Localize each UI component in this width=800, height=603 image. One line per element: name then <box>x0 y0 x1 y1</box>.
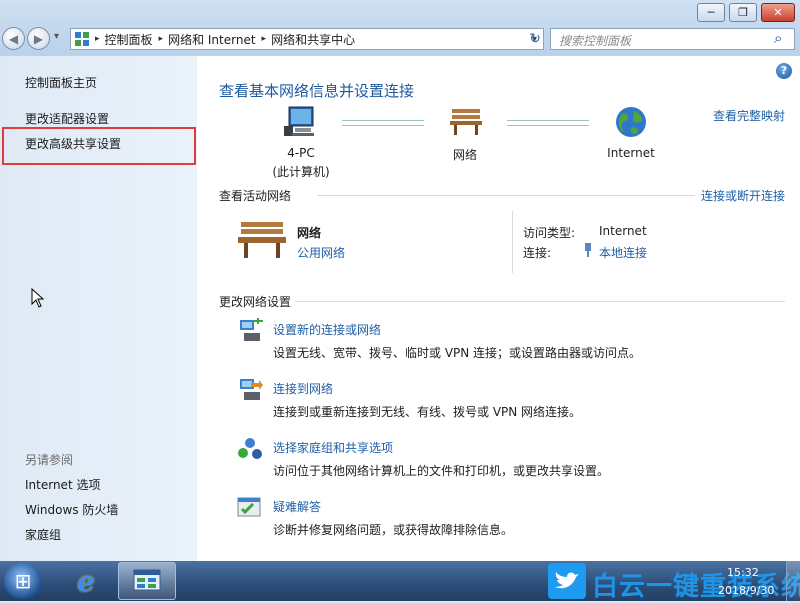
help-icon[interactable]: ? <box>776 63 792 79</box>
bird-logo-icon <box>548 563 586 599</box>
history-dropdown-icon[interactable]: ▾ <box>54 31 59 42</box>
globe-icon <box>616 107 646 137</box>
section-divider <box>317 195 695 196</box>
map-connector-line <box>507 120 589 126</box>
access-type-value: Internet <box>599 224 647 238</box>
connect-network-icon <box>240 379 263 400</box>
troubleshoot-icon <box>237 497 261 517</box>
ethernet-icon <box>585 243 591 257</box>
network-divider <box>512 211 513 273</box>
map-connector-line <box>342 120 424 126</box>
public-network-icon <box>238 222 286 258</box>
maximize-button[interactable]: ❐ <box>729 3 757 22</box>
control-panel-icon <box>75 32 89 46</box>
view-full-map-link[interactable]: 查看完整映射 <box>713 107 785 124</box>
search-icon[interactable]: ⌕ <box>774 29 782 47</box>
new-connection-icon <box>240 318 263 341</box>
map-node-pc-sublabel: (此计算机) <box>272 165 330 179</box>
connections-label: 连接: <box>523 246 552 260</box>
breadcrumb-separator: ▸ <box>158 34 164 44</box>
show-desktop-button[interactable] <box>786 561 800 601</box>
address-bar[interactable]: ▸ 控制面板 ▸ 网络和 Internet ▸ 网络和共享中心 ▾ <box>70 28 544 50</box>
mouse-cursor-icon <box>31 288 45 308</box>
search-placeholder: 搜索控制面板 <box>559 34 632 48</box>
internet-options-link[interactable]: Internet 选项 <box>25 476 100 493</box>
clock-date[interactable]: 2018/9/30 <box>718 584 774 597</box>
clock-time[interactable]: 15:32 <box>727 566 759 579</box>
left-pane: 控制面板主页 更改适配器设置 更改高级共享设置 另请参阅 Internet 选项… <box>0 56 197 561</box>
task-homegroup-desc: 访问位于其他网络计算机上的文件和打印机，或更改共享设置。 <box>273 464 610 478</box>
forward-arrow-icon: ▶ <box>33 31 44 46</box>
map-node-network-label: 网络 <box>452 148 477 162</box>
taskbar-ie-button[interactable]: e <box>60 563 112 599</box>
network-type-link[interactable]: 公用网络 <box>297 244 345 261</box>
start-button[interactable]: ⊞ <box>4 563 42 599</box>
control-panel-window-icon <box>133 569 161 591</box>
task-connect-network-desc: 连接到或重新连接到无线、有线、拨号或 VPN 网络连接。 <box>273 405 582 419</box>
back-button[interactable]: ◀ <box>2 27 25 50</box>
breadcrumb-control-panel[interactable]: 控制面板 <box>105 31 153 48</box>
change-adapter-settings-link[interactable]: 更改适配器设置 <box>25 110 109 127</box>
refresh-icon[interactable]: ↻ <box>524 29 546 49</box>
bench-icon <box>450 109 482 135</box>
see-also-title: 另请参阅 <box>25 453 74 467</box>
close-button[interactable]: ✕ <box>761 3 795 22</box>
breadcrumb-separator: ▸ <box>95 34 100 44</box>
map-node-pc-label: 4-PC <box>287 146 315 160</box>
windows-firewall-link[interactable]: Windows 防火墙 <box>25 501 118 518</box>
network-name: 网络 <box>297 226 322 240</box>
connect-disconnect-link[interactable]: 连接或断开连接 <box>701 187 785 204</box>
forward-button[interactable]: ▶ <box>27 27 50 50</box>
main-content: ? 查看基本网络信息并设置连接 查看完整映射 4-PC (此计算机) 网络 In… <box>197 56 800 561</box>
search-input[interactable]: 搜索控制面板 <box>550 28 795 50</box>
task-connect-network-link[interactable]: 连接到网络 <box>273 380 333 397</box>
page-title: 查看基本网络信息并设置连接 <box>219 82 415 100</box>
minimize-button[interactable]: ─ <box>697 3 725 22</box>
back-arrow-icon: ◀ <box>8 31 19 46</box>
internet-explorer-icon: e <box>77 564 95 598</box>
active-networks-title: 查看活动网络 <box>219 189 292 203</box>
map-node-internet-label: Internet <box>607 146 655 160</box>
task-new-connection-link[interactable]: 设置新的连接或网络 <box>273 321 381 338</box>
section-divider <box>295 301 785 302</box>
change-settings-title: 更改网络设置 <box>219 295 292 309</box>
task-troubleshoot-link[interactable]: 疑难解答 <box>273 498 321 515</box>
homegroup-link[interactable]: 家庭组 <box>25 526 61 543</box>
task-homegroup-link[interactable]: 选择家庭组和共享选项 <box>273 439 393 456</box>
local-connection-link[interactable]: 本地连接 <box>599 244 647 261</box>
task-new-connection-desc: 设置无线、宽带、拨号、临时或 VPN 连接；或设置路由器或访问点。 <box>273 346 642 360</box>
homegroup-icon <box>238 438 262 459</box>
windows-logo-icon: ⊞ <box>14 569 32 593</box>
breadcrumb-network-sharing-center[interactable]: 网络和共享中心 <box>271 31 355 48</box>
computer-icon <box>284 106 314 136</box>
access-type-label: 访问类型: <box>523 226 576 240</box>
breadcrumb-separator: ▸ <box>261 34 267 44</box>
control-panel-home-link[interactable]: 控制面板主页 <box>25 74 97 91</box>
taskbar-control-panel-button[interactable] <box>118 562 176 600</box>
breadcrumb-network-internet[interactable]: 网络和 Internet <box>168 31 255 48</box>
task-troubleshoot-desc: 诊断并修复网络问题，或获得故障排除信息。 <box>273 523 514 537</box>
change-advanced-sharing-link[interactable]: 更改高级共享设置 <box>25 135 121 152</box>
